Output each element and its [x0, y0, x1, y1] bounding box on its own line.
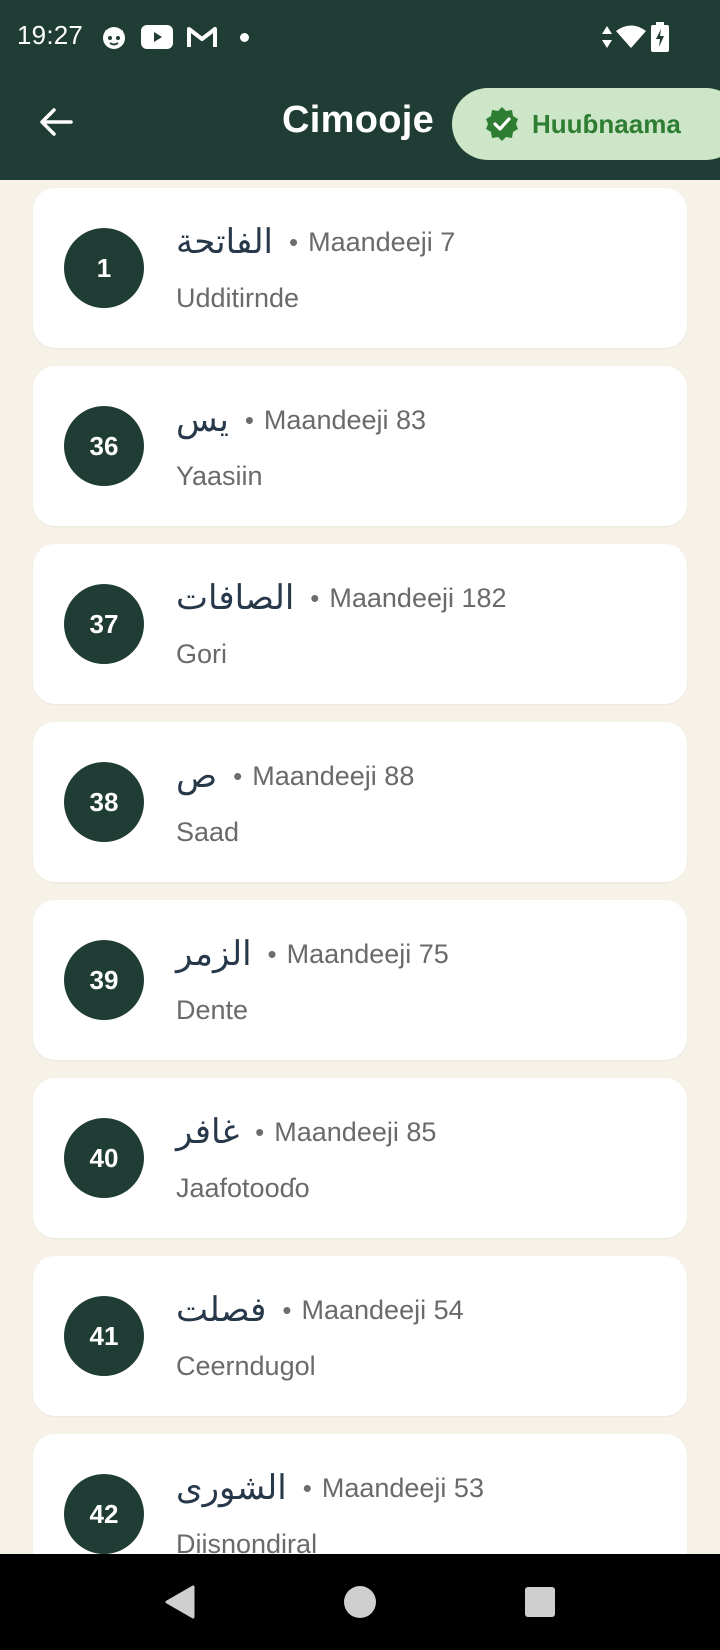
surah-title-line: فصلت • Maandeeji 54 [176, 1284, 464, 1336]
separator-dot: • [289, 226, 299, 257]
verified-chip[interactable]: Huuɓnaama [452, 88, 720, 160]
gmail-icon [186, 23, 218, 51]
page-title: Cimooje [282, 99, 435, 141]
surah-number: 37 [64, 584, 144, 664]
back-button[interactable] [32, 98, 80, 146]
verse-count: Maandeeji 88 [252, 760, 415, 791]
verse-count: Maandeeji 75 [286, 938, 449, 969]
surah-card[interactable]: 38 ص • Maandeeji 88 Saad [33, 722, 687, 882]
back-triangle-icon [165, 1585, 195, 1619]
verified-check-icon [486, 107, 518, 141]
surah-title-line: يس • Maandeeji 83 [176, 394, 426, 446]
surah-arabic-name: ص [176, 756, 218, 796]
surah-title-line: الزمر • Maandeeji 75 [176, 928, 449, 980]
surah-arabic-name: الصافات [176, 578, 295, 618]
recents-square-icon [525, 1587, 555, 1617]
surah-card[interactable]: 42 الشورى • Maandeeji 53 Diisnondiral [33, 1434, 687, 1554]
surah-title-line: الشورى • Maandeeji 53 [176, 1462, 484, 1514]
surah-card[interactable]: 36 يس • Maandeeji 83 Yaasiin [33, 366, 687, 526]
status-time: 19:27 [17, 20, 84, 50]
surah-translation: Dente [176, 995, 249, 1025]
separator-dot: • [255, 1116, 265, 1147]
surah-arabic-name: فصلت [176, 1290, 267, 1330]
surah-card[interactable]: 41 فصلت • Maandeeji 54 Ceerndugol [33, 1256, 687, 1416]
separator-dot: • [233, 760, 243, 791]
chip-label: Huuɓnaama [532, 108, 681, 139]
separator-dot: • [267, 938, 277, 969]
surah-title-line: ص • Maandeeji 88 [176, 750, 414, 802]
surah-number: 41 [64, 1296, 144, 1376]
separator-dot: • [302, 1472, 312, 1503]
surah-translation: Udditirnde [176, 283, 300, 313]
surah-card[interactable]: 39 الزمر • Maandeeji 75 Dente [33, 900, 687, 1060]
verse-count: Maandeeji 182 [329, 582, 507, 613]
nav-recents-button[interactable] [518, 1580, 562, 1624]
surah-card[interactable]: 1 الفاتحة • Maandeeji 7 Udditirnde [33, 188, 687, 348]
more-dot-icon [240, 33, 249, 42]
surah-arabic-name: غافر [176, 1112, 240, 1152]
verse-count: Maandeeji 85 [274, 1116, 437, 1147]
separator-dot: • [310, 582, 320, 613]
status-bar: 19:27 [0, 0, 720, 74]
surah-arabic-name: الفاتحة [176, 222, 274, 262]
verse-count: Maandeeji 53 [321, 1472, 484, 1503]
surah-number: 42 [64, 1474, 144, 1554]
surah-translation: Diisnondiral [176, 1529, 318, 1554]
nav-back-button[interactable] [158, 1580, 202, 1624]
surah-title-line: الصافات • Maandeeji 182 [176, 572, 507, 624]
surah-translation: Yaasiin [176, 461, 263, 491]
surah-translation: Gori [176, 639, 228, 669]
surah-arabic-name: الشورى [176, 1468, 287, 1508]
arrow-back-icon [40, 108, 73, 136]
app-bar: 19:27 Cimooje Huuɓnaama [0, 0, 720, 180]
surah-translation: Saad [176, 817, 240, 847]
surah-translation: Jaafotooɗo [176, 1173, 310, 1203]
surah-number: 38 [64, 762, 144, 842]
wifi-icon [614, 23, 648, 51]
surah-translation: Ceerndugol [176, 1351, 316, 1381]
surah-card[interactable]: 40 غافر • Maandeeji 85 Jaafotooɗo [33, 1078, 687, 1238]
system-nav-bar [0, 1554, 720, 1650]
surah-number: 39 [64, 940, 144, 1020]
cat-notification-icon [100, 23, 128, 51]
surah-list: 1 الفاتحة • Maandeeji 7 Udditirnde 36 يس… [0, 180, 720, 1554]
verse-count: Maandeeji 7 [308, 226, 456, 257]
youtube-icon [140, 23, 174, 51]
nav-home-button[interactable] [338, 1580, 382, 1624]
separator-dot: • [244, 404, 254, 435]
surah-number: 36 [64, 406, 144, 486]
verse-count: Maandeeji 83 [263, 404, 427, 435]
surah-title-line: غافر • Maandeeji 85 [176, 1106, 436, 1158]
battery-charging-icon [648, 22, 672, 52]
separator-dot: • [282, 1294, 292, 1325]
home-circle-icon [344, 1586, 376, 1618]
surah-arabic-name: الزمر [176, 934, 252, 974]
surah-card[interactable]: 37 الصافات • Maandeeji 182 Gori [33, 544, 687, 704]
surah-number: 1 [64, 228, 144, 308]
verse-count: Maandeeji 54 [301, 1294, 464, 1325]
surah-title-line: الفاتحة • Maandeeji 7 [176, 216, 455, 268]
surah-arabic-name: يس [176, 400, 229, 440]
surah-number: 40 [64, 1118, 144, 1198]
